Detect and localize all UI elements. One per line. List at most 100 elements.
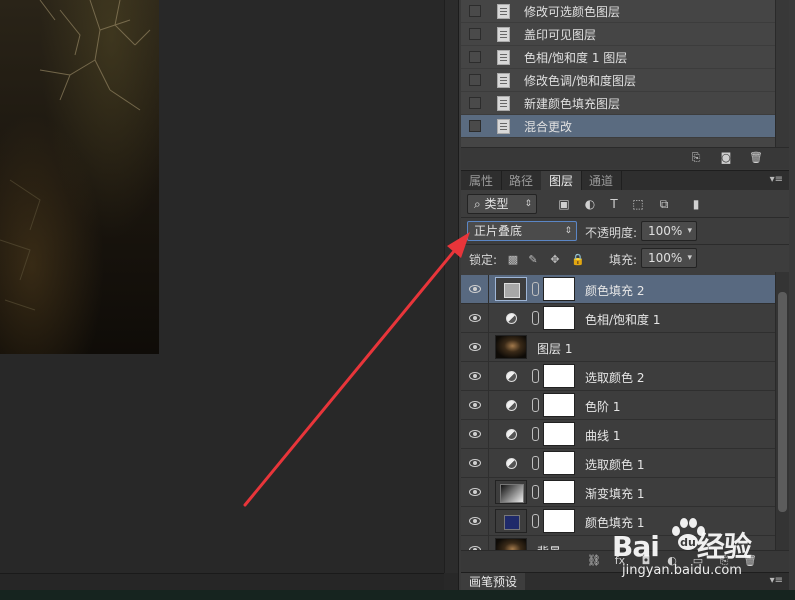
- canvas-scrollbar[interactable]: [444, 0, 458, 573]
- visibility-toggle[interactable]: [461, 536, 489, 550]
- blend-mode-select[interactable]: 正片叠底 ⇕: [467, 221, 577, 241]
- history-item[interactable]: 新建颜色填充图层: [461, 92, 775, 115]
- document-canvas-area[interactable]: [0, 0, 444, 573]
- visibility-toggle[interactable]: [461, 420, 489, 448]
- history-snapshot-checkbox[interactable]: [469, 97, 481, 109]
- layers-controls: ⌕ 类型 ⇕ ▣ ◐ T ⬚ ⧉ ▮ 正片叠底 ⇕ 不透明度: 100% ▾ 锁…: [461, 190, 789, 272]
- visibility-toggle[interactable]: [461, 507, 489, 535]
- scrollbar-thumb[interactable]: [778, 292, 787, 512]
- history-panel: 修改可选颜色图层 盖印可见图层 色相/饱和度 1 图层 修改色调/饱和度图层 新: [461, 0, 775, 147]
- visibility-toggle[interactable]: [461, 391, 489, 419]
- tab-layers[interactable]: 图层: [541, 171, 583, 191]
- chevron-down-icon[interactable]: ▾: [687, 222, 692, 240]
- link-chain-icon: [532, 427, 539, 441]
- trash-icon[interactable]: 🗑: [749, 152, 763, 164]
- photoshop-window: 修改可选颜色图层 盖印可见图层 色相/饱和度 1 图层 修改色调/饱和度图层 新: [0, 0, 795, 600]
- history-item[interactable]: 修改可选颜色图层: [461, 0, 775, 23]
- layer-row[interactable]: 选取颜色 1: [461, 449, 775, 478]
- shape-layer-filter-icon[interactable]: ⬚: [631, 197, 645, 211]
- chevron-down-icon[interactable]: ▾: [687, 249, 692, 267]
- layer-name: 选取颜色 2: [585, 371, 645, 385]
- history-item[interactable]: 色相/饱和度 1 图层: [461, 46, 775, 69]
- watermark-brand-left: Bai: [612, 530, 660, 563]
- pixel-layer-filter-icon[interactable]: ▣: [557, 197, 571, 211]
- link-chain-icon: [532, 369, 539, 383]
- lock-transparent-pixels-icon[interactable]: ▩: [507, 254, 519, 266]
- history-item-current[interactable]: 混合更改: [461, 115, 775, 138]
- eye-icon: [469, 488, 481, 496]
- history-scrollbar[interactable]: [775, 0, 789, 147]
- tab-channels[interactable]: 通道: [581, 171, 623, 191]
- layer-thumbnail[interactable]: [495, 277, 527, 301]
- opacity-value: 100%: [648, 224, 683, 238]
- right-panel-dock: 修改可选颜色图层 盖印可见图层 色相/饱和度 1 图层 修改色调/饱和度图层 新: [458, 0, 795, 600]
- layer-row[interactable]: 选取颜色 2: [461, 362, 775, 391]
- layer-mask-thumbnail[interactable]: [543, 509, 575, 533]
- layer-mask-thumbnail[interactable]: [543, 451, 575, 475]
- link-chain-icon: [532, 485, 539, 499]
- svg-text:du: du: [680, 536, 696, 549]
- layer-row[interactable]: 图层 1: [461, 333, 775, 362]
- visibility-toggle[interactable]: [461, 362, 489, 390]
- layer-row[interactable]: 色相/饱和度 1: [461, 304, 775, 333]
- fill-field[interactable]: 100% ▾: [641, 248, 697, 268]
- layer-thumbnail[interactable]: [495, 335, 527, 359]
- adjustment-layer-filter-icon[interactable]: ◐: [583, 197, 597, 211]
- visibility-toggle[interactable]: [461, 304, 489, 332]
- lock-image-pixels-icon[interactable]: ✎: [527, 254, 539, 266]
- layer-thumbnail[interactable]: [495, 509, 527, 533]
- history-item[interactable]: 盖印可见图层: [461, 23, 775, 46]
- history-snapshot-checkbox[interactable]: [469, 5, 481, 17]
- layer-mask-thumbnail[interactable]: [543, 364, 575, 388]
- history-snapshot-checkbox[interactable]: [469, 120, 481, 132]
- panel-menu-icon[interactable]: ▾≡: [770, 174, 783, 185]
- lock-position-icon[interactable]: ✥: [549, 254, 561, 266]
- divider: [461, 244, 789, 245]
- visibility-toggle[interactable]: [461, 275, 489, 303]
- history-item[interactable]: 修改色调/饱和度图层: [461, 69, 775, 92]
- visibility-toggle[interactable]: [461, 449, 489, 477]
- layer-mask-thumbnail[interactable]: [543, 393, 575, 417]
- eye-icon: [469, 343, 481, 351]
- search-icon: ⌕: [474, 197, 485, 211]
- document-icon: [497, 95, 510, 111]
- visibility-toggle[interactable]: [461, 478, 489, 506]
- opacity-field[interactable]: 100% ▾: [641, 221, 697, 241]
- document-icon: [497, 26, 510, 42]
- canvas-photo: [0, 0, 159, 354]
- history-snapshot-checkbox[interactable]: [469, 51, 481, 63]
- layer-filter-select[interactable]: ⌕ 类型 ⇕: [467, 194, 537, 214]
- tab-paths[interactable]: 路径: [501, 171, 543, 191]
- filter-toggle-icon[interactable]: ▮: [689, 197, 703, 211]
- visibility-toggle[interactable]: [461, 333, 489, 361]
- updown-arrow-icon: ⇕: [524, 199, 532, 209]
- layer-mask-thumbnail[interactable]: [543, 306, 575, 330]
- tab-brush-presets[interactable]: 画笔预设: [461, 573, 526, 591]
- eye-icon: [469, 517, 481, 525]
- layer-row[interactable]: 色阶 1: [461, 391, 775, 420]
- layer-row[interactable]: 颜色填充 2: [461, 275, 775, 304]
- layers-scrollbar[interactable]: [775, 272, 789, 550]
- smart-object-filter-icon[interactable]: ⧉: [657, 197, 671, 211]
- layer-mask-thumbnail[interactable]: [543, 277, 575, 301]
- layer-thumbnail[interactable]: [495, 538, 527, 550]
- link-chain-icon: [532, 514, 539, 528]
- new-document-from-state-icon[interactable]: ⎘: [689, 152, 703, 164]
- layer-row[interactable]: 渐变填充 1: [461, 478, 775, 507]
- layer-mask-thumbnail[interactable]: [543, 480, 575, 504]
- history-snapshot-checkbox[interactable]: [469, 28, 481, 40]
- camera-snapshot-icon[interactable]: ◙: [719, 152, 733, 164]
- link-layers-icon[interactable]: ⛓: [587, 555, 601, 567]
- lock-label: 锁定:: [469, 253, 498, 267]
- layer-thumbnail[interactable]: [495, 480, 527, 504]
- history-snapshot-checkbox[interactable]: [469, 74, 481, 86]
- eye-icon: [469, 372, 481, 380]
- history-item-label: 色相/饱和度 1 图层: [524, 50, 628, 65]
- tab-properties[interactable]: 属性: [461, 171, 503, 191]
- type-layer-filter-icon[interactable]: T: [607, 197, 621, 211]
- adjustment-layer-icon: [506, 313, 517, 324]
- layer-mask-thumbnail[interactable]: [543, 422, 575, 446]
- layers-list: 颜色填充 2 色相/饱和度 1 图层 1 选取颜色 2 色阶 1 曲线 1 选取…: [461, 272, 775, 550]
- layer-row[interactable]: 曲线 1: [461, 420, 775, 449]
- lock-all-icon[interactable]: 🔒: [571, 254, 585, 266]
